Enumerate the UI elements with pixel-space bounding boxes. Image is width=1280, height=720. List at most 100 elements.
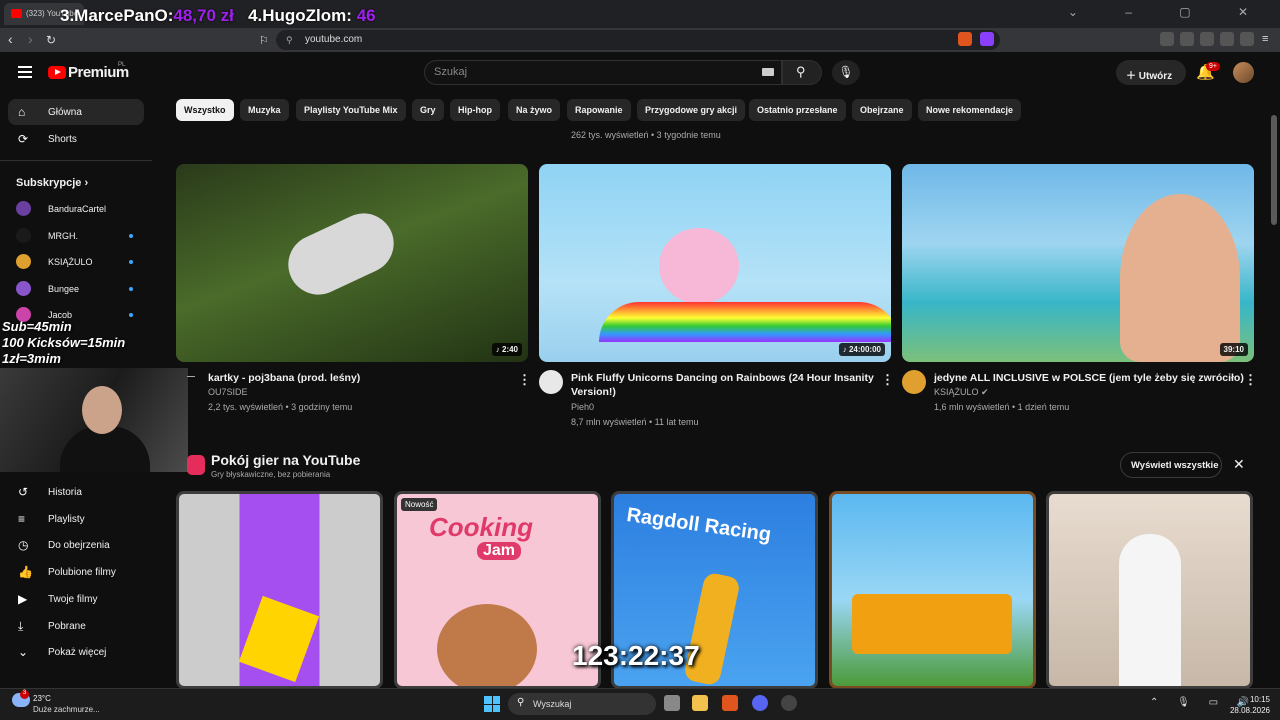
temperature: 23°C <box>33 694 51 703</box>
subscriptions-header[interactable]: Subskrypcje › <box>16 177 88 189</box>
sidebar-item-you[interactable]: 👍 Polubione filmy <box>8 559 144 585</box>
brave-shield-icon[interactable] <box>958 32 972 46</box>
site-info-icon[interactable]: ⚲ <box>286 35 293 46</box>
sidebar-item-label: Polubione filmy <box>48 567 116 579</box>
sidebar-item-you[interactable]: ▶ Twoje filmy <box>8 586 144 612</box>
more-vert-icon[interactable]: ⋮ <box>518 372 531 388</box>
video-channel[interactable]: Pieh0 <box>571 402 594 412</box>
game-logo-text: Cooking <box>429 512 533 542</box>
url-field[interactable] <box>276 30 1000 50</box>
chip-all[interactable]: Wszystko <box>176 99 234 121</box>
close-icon[interactable]: ✕ <box>1233 456 1245 473</box>
sidebar-item-you[interactable]: ⌄ Pokaż więcej <box>8 639 144 665</box>
playables-icon <box>187 455 205 475</box>
games-section-subtitle: Gry błyskawiczne, bez pobierania <box>211 470 331 479</box>
thumb-figure <box>278 203 404 305</box>
video-title-line: Version!) <box>571 386 616 398</box>
thumb-person <box>1120 194 1240 362</box>
sidebar-item-you[interactable]: ⤓ Pobrane <box>8 613 144 639</box>
video-thumbnail[interactable]: 39:10 <box>902 164 1254 362</box>
taskbar-search[interactable]: ⚲ <box>508 693 656 715</box>
leo-icon[interactable] <box>1220 32 1234 46</box>
video-channel[interactable]: KSIĄŻULO ✔ <box>934 387 989 398</box>
weather-badge: 3 <box>20 690 29 699</box>
clock[interactable]: 10:15 28.08.2026 <box>1226 694 1270 716</box>
channel-avatar[interactable] <box>187 376 195 377</box>
brave-browser-icon[interactable] <box>722 695 738 711</box>
sidebar-item-home[interactable]: ⌂ Główna <box>8 99 144 125</box>
subscription-name: Bungee <box>48 283 80 294</box>
task-view-icon[interactable] <box>664 695 680 711</box>
sidebar-item-label: Pobrane <box>48 620 86 632</box>
sidebar-item-you[interactable]: ↺ Historia <box>8 479 144 505</box>
chip-filter[interactable]: Na żywo <box>508 99 561 121</box>
search-icon: ⚲ <box>517 697 525 708</box>
window-controls[interactable]: ⌄ – ▢ ✕ <box>1068 5 1270 19</box>
voice-search-button[interactable]: 🎙 <box>832 60 860 85</box>
chip-filter[interactable]: Nowe rekomendacje <box>918 99 1022 121</box>
channel-avatar[interactable] <box>902 370 926 394</box>
game-card[interactable] <box>176 491 383 689</box>
video-title[interactable]: jedyne ALL INCLUSIVE w POLSCE (jem tyle … <box>934 371 1244 385</box>
stream-timer: 123:22:37 <box>572 640 700 671</box>
video-channel[interactable]: OU7SIDE <box>208 387 248 397</box>
vpn-icon[interactable] <box>1240 32 1254 46</box>
shorts-icon: ⟳ <box>18 132 29 146</box>
youtube-logo-icon[interactable] <box>48 66 66 79</box>
more-vert-icon[interactable]: ⋮ <box>1244 372 1257 388</box>
file-explorer-icon[interactable] <box>692 695 708 711</box>
time: 10:15 <box>1249 695 1270 704</box>
channel-avatar[interactable] <box>539 370 563 394</box>
sidebar-item-you[interactable]: ◷ Do obejrzenia <box>8 532 144 558</box>
chip-filter[interactable]: Ostatnio przesłane <box>749 99 846 121</box>
subscription-name: MRGH. <box>48 230 78 241</box>
chip-filter[interactable]: Hip-hop <box>450 99 500 121</box>
new-content-dot <box>129 313 133 317</box>
chip-filter[interactable]: Rapowanie <box>567 99 631 121</box>
your-videos-icon: ▶ <box>18 591 28 606</box>
sidebar-item-shorts[interactable]: ⟳ Shorts <box>8 126 144 152</box>
rewards-icon[interactable] <box>980 32 994 46</box>
reload-icon[interactable]: ↻ <box>46 33 56 47</box>
game-card[interactable] <box>829 491 1036 689</box>
video-title[interactable]: Pink Fluffy Unicorns Dancing on Rainbows… <box>571 371 874 399</box>
chip-filter[interactable]: Obejrzane <box>852 99 912 121</box>
wallet-icon[interactable] <box>1200 32 1214 46</box>
windows-start-icon[interactable] <box>484 696 500 712</box>
game-logo-text: Ragdoll Racing <box>625 503 773 547</box>
game-card[interactable]: Nowość Cooking Jam <box>394 491 601 689</box>
bookmark-icon[interactable]: ⚐ <box>259 34 269 47</box>
create-button[interactable]: ＋ Utwórz <box>1116 60 1186 85</box>
chip-filter[interactable]: Gry <box>412 99 444 121</box>
plus-icon: ＋ <box>1126 71 1136 82</box>
chevron-down-icon: ⌄ <box>18 645 29 660</box>
extensions-icon[interactable] <box>1160 32 1174 46</box>
search-input[interactable] <box>424 60 782 85</box>
video-title[interactable]: kartky - poj3bana (prod. leśny) <box>208 371 360 385</box>
game-card[interactable] <box>1046 491 1253 689</box>
more-vert-icon[interactable]: ⋮ <box>881 372 894 388</box>
sidebar-item-label: Historia <box>48 487 82 498</box>
new-badge: Nowość <box>401 498 438 511</box>
back-icon[interactable]: ‹ <box>8 31 13 47</box>
discord-icon[interactable] <box>752 695 768 711</box>
obs-icon[interactable] <box>781 695 797 711</box>
show-all-button[interactable]: Wyświetl wszystkie <box>1120 452 1222 478</box>
scrollbar-thumb[interactable] <box>1271 115 1277 225</box>
account-avatar[interactable] <box>1233 62 1254 83</box>
keyboard-icon[interactable] <box>762 68 774 76</box>
rule-line: 100 Kicksów=15min <box>2 335 126 350</box>
hamburger-menu-icon[interactable] <box>18 66 32 78</box>
video-thumbnail[interactable]: ♪ 2:40 <box>176 164 528 362</box>
video-thumbnail[interactable]: ♪ 24:00:00 <box>539 164 891 362</box>
sidebar-icon[interactable] <box>1180 32 1194 46</box>
forward-icon[interactable]: › <box>28 31 33 47</box>
chip-filter[interactable]: Playlisty YouTube Mix <box>296 99 406 121</box>
search-button[interactable]: ⚲ <box>782 60 822 85</box>
chip-filter[interactable]: Przygodowe gry akcji <box>637 99 746 121</box>
sidebar-item-you[interactable]: ≡ Playlisty <box>8 506 144 532</box>
microphone-icon: 🎙 <box>838 65 854 79</box>
menu-icon[interactable]: ≡ <box>1262 33 1268 45</box>
chip-filter[interactable]: Muzyka <box>240 99 289 121</box>
watch-later-icon: ◷ <box>18 538 29 553</box>
